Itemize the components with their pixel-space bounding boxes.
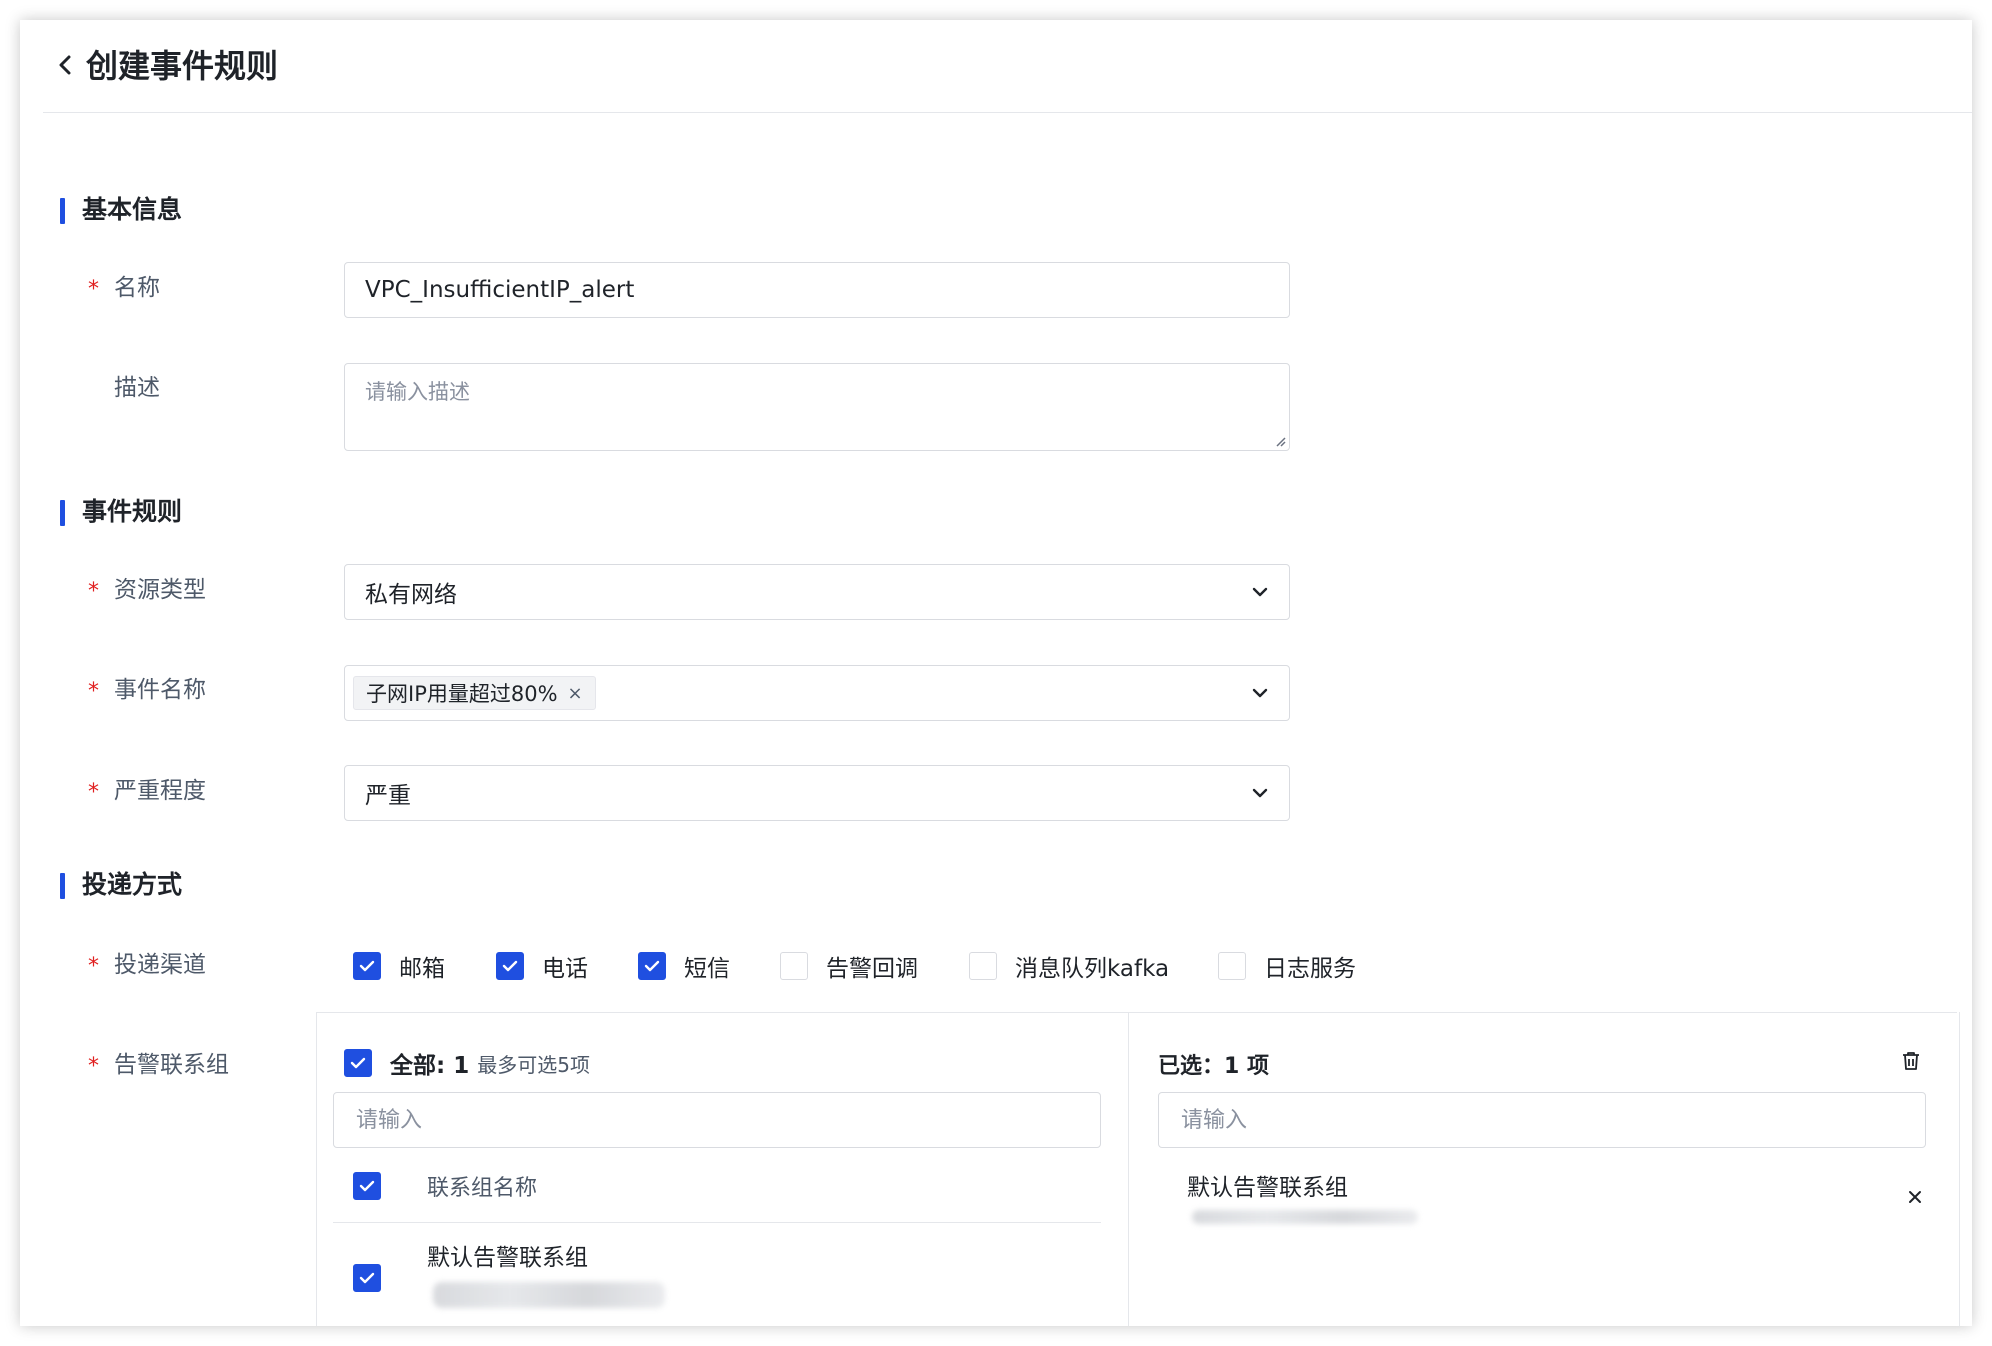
checkbox-checked[interactable] xyxy=(353,952,381,980)
channel-email[interactable]: 邮箱 xyxy=(353,949,445,983)
section-accent-bar xyxy=(60,198,65,224)
right-search-box[interactable] xyxy=(1158,1092,1926,1148)
event-tag: 子网IP用量超过80% × xyxy=(353,676,596,710)
checkbox-checked[interactable] xyxy=(638,952,666,980)
section-title-basic: 基本信息 xyxy=(82,195,183,224)
check-icon xyxy=(359,1180,375,1192)
left-list-item[interactable]: 默认告警联系组 xyxy=(353,1238,1093,1326)
check-icon xyxy=(350,1057,366,1069)
severity-label: 严重程度 xyxy=(114,778,206,804)
channel-label: 短信 xyxy=(684,956,730,982)
event-tag-label: 子网IP用量超过80% xyxy=(366,682,558,706)
channel-label: 电话 xyxy=(542,956,588,982)
page-title: 创建事件规则 xyxy=(86,47,279,85)
channels-label: 投递渠道 xyxy=(114,952,206,978)
check-icon xyxy=(359,1272,375,1284)
check-icon xyxy=(644,960,660,972)
clear-selected-button[interactable] xyxy=(1898,1048,1924,1074)
name-field[interactable] xyxy=(344,262,1290,318)
event-name-select[interactable]: 子网IP用量超过80% × xyxy=(344,665,1290,721)
header-checkbox[interactable] xyxy=(353,1172,381,1200)
checkbox-unchecked[interactable] xyxy=(780,952,808,980)
transfer-middle-border xyxy=(1128,1012,1129,1326)
remove-selected-button[interactable] xyxy=(1904,1186,1926,1208)
section-accent-bar xyxy=(60,873,65,899)
redacted-text xyxy=(1192,1210,1418,1224)
severity-value: 严重 xyxy=(365,783,411,809)
close-icon xyxy=(1909,1191,1921,1203)
transfer-left-border xyxy=(316,1012,317,1326)
channel-phone[interactable]: 电话 xyxy=(496,949,588,983)
checkbox-unchecked[interactable] xyxy=(969,952,997,980)
tag-close-icon[interactable]: × xyxy=(568,683,583,704)
redacted-text xyxy=(433,1282,665,1308)
left-column-header: 联系组名称 xyxy=(353,1170,537,1202)
chevron-down-icon xyxy=(1251,583,1269,601)
check-icon xyxy=(502,960,518,972)
section-title-delivery: 投递方式 xyxy=(82,870,183,899)
resource-type-label: 资源类型 xyxy=(114,577,206,603)
checkbox-checked[interactable] xyxy=(496,952,524,980)
section-title-rules: 事件规则 xyxy=(82,497,183,526)
required-mark: * xyxy=(88,679,99,704)
back-chevron-icon xyxy=(59,55,71,75)
chevron-down-icon xyxy=(1251,684,1269,702)
item-checkbox[interactable] xyxy=(353,1264,381,1292)
select-all-checkbox[interactable] xyxy=(344,1049,372,1077)
event-name-label: 事件名称 xyxy=(114,677,206,703)
required-mark: * xyxy=(88,277,99,302)
left-search-input[interactable] xyxy=(356,1107,1078,1133)
description-textarea[interactable] xyxy=(345,364,1289,450)
transfer-top-border xyxy=(317,1012,1957,1013)
selection-limit-hint: 最多可选5项 xyxy=(477,1052,590,1077)
channel-callback[interactable]: 告警回调 xyxy=(780,949,918,983)
selected-item-name: 默认告警联系组 xyxy=(1187,1175,1348,1201)
contact-groups-label: 告警联系组 xyxy=(114,1052,229,1078)
channel-label: 告警回调 xyxy=(826,956,918,982)
channel-log-service[interactable]: 日志服务 xyxy=(1218,949,1356,983)
resize-handle-icon[interactable] xyxy=(1273,434,1287,448)
required-mark: * xyxy=(88,579,99,604)
selected-count: 已选：1 项 xyxy=(1158,1054,1269,1079)
required-mark: * xyxy=(88,1054,99,1079)
item-name: 默认告警联系组 xyxy=(427,1245,588,1271)
chevron-down-icon xyxy=(1251,784,1269,802)
channel-label: 邮箱 xyxy=(399,956,445,982)
transfer-right-border xyxy=(1959,1012,1960,1326)
left-search-box[interactable] xyxy=(333,1092,1101,1148)
name-input[interactable] xyxy=(365,277,1269,303)
back-button[interactable] xyxy=(50,48,80,82)
resource-type-value: 私有网络 xyxy=(365,582,457,608)
trash-icon xyxy=(1903,1052,1919,1070)
channel-label: 消息队列kafka xyxy=(1015,956,1170,982)
list-divider xyxy=(333,1222,1101,1223)
select-all-count: 全部: 1 xyxy=(390,1053,470,1079)
selected-list-item: 默认告警联系组 xyxy=(1180,1168,1940,1248)
channel-sms[interactable]: 短信 xyxy=(638,949,730,983)
required-mark: * xyxy=(88,780,99,805)
channel-kafka[interactable]: 消息队列kafka xyxy=(969,949,1169,983)
transfer-left-header: 全部: 1 最多可选5项 xyxy=(344,1046,590,1080)
description-label: 描述 xyxy=(114,375,160,401)
right-search-input[interactable] xyxy=(1181,1107,1903,1133)
required-mark: * xyxy=(88,954,99,979)
check-icon xyxy=(359,960,375,972)
resource-type-select[interactable]: 私有网络 xyxy=(344,564,1290,620)
section-accent-bar xyxy=(60,500,65,526)
event-name-tags: 子网IP用量超过80% × xyxy=(353,676,1251,710)
header-divider xyxy=(43,112,1972,113)
severity-select[interactable]: 严重 xyxy=(344,765,1290,821)
column-header-label: 联系组名称 xyxy=(427,1176,538,1201)
page-frame: 创建事件规则 基本信息 * 名称 描述 事件规则 * 资源类型 私有网络 * 事… xyxy=(20,20,1972,1326)
name-label: 名称 xyxy=(114,275,160,301)
checkbox-unchecked[interactable] xyxy=(1218,952,1246,980)
channel-label: 日志服务 xyxy=(1264,956,1356,982)
description-field[interactable] xyxy=(344,363,1290,451)
